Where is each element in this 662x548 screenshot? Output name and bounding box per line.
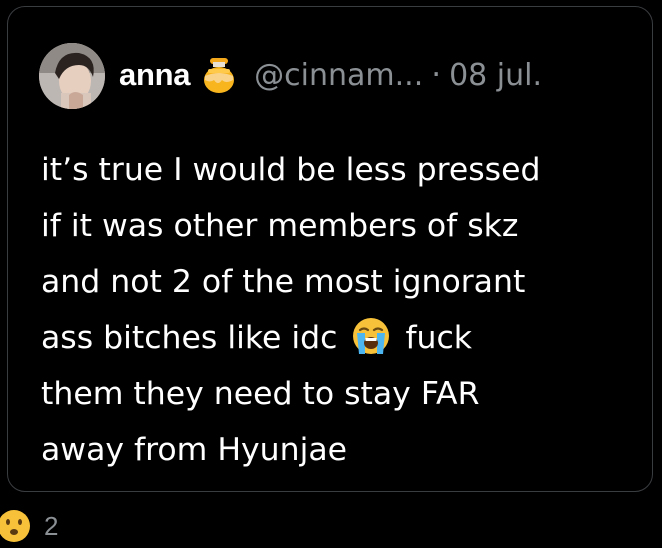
quoted-tweet-card[interactable]: anna @cinnam... · 08 jul. it’s true I wo…: [7, 6, 653, 492]
tweet-text-line: them they need to stay FAR: [41, 376, 480, 412]
avatar[interactable]: [39, 43, 105, 109]
loudly-crying-face-icon: [351, 316, 391, 356]
author-handle[interactable]: @cinnam...: [254, 58, 423, 93]
tweet-text-line-with-emoji: ass bitches like idc fuck: [41, 310, 641, 366]
tweet-text-line: it’s true I would be less pressed: [41, 152, 541, 188]
avatar-image: [39, 43, 105, 109]
tweet-text-line: away from Hyunjae: [41, 432, 348, 468]
tweet-header: anna @cinnam... · 08 jul.: [119, 53, 542, 97]
honey-pot-icon: [202, 56, 236, 94]
author-display-name[interactable]: anna: [119, 57, 190, 93]
reaction-row: 2: [0, 506, 58, 546]
tweet-text-segment: ass bitches like idc: [41, 320, 338, 356]
tweet-text-line: and not 2 of the most ignorant: [41, 264, 526, 300]
separator-dot: ·: [431, 57, 442, 93]
tweet-text-line: if it was other members of skz: [41, 208, 519, 244]
tweet-date[interactable]: 08 jul.: [449, 58, 542, 93]
tweet-text-segment: fuck: [405, 320, 473, 356]
reaction-count: 2: [44, 510, 59, 541]
tweet-text: it’s true I would be less pressed if it …: [41, 142, 641, 478]
face-icon: [0, 508, 32, 544]
